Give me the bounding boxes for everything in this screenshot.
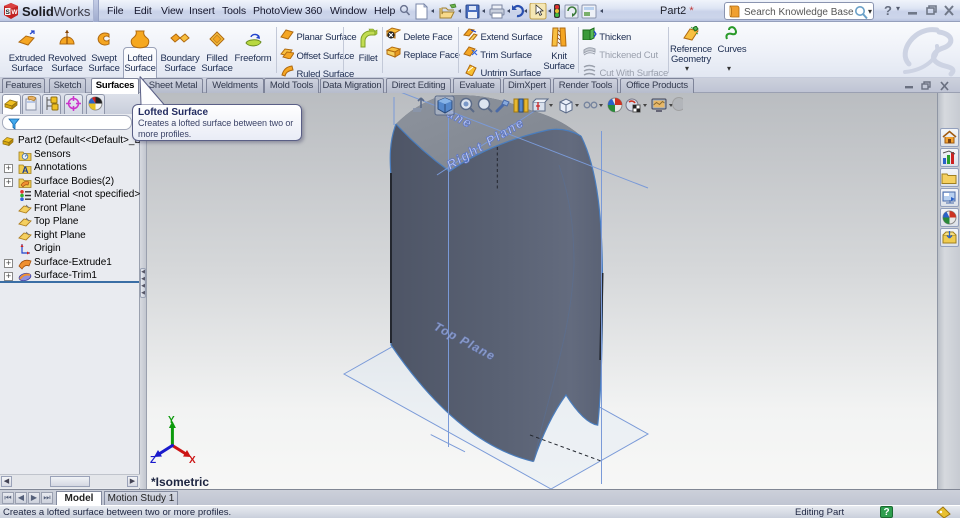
svg-text:A: A — [22, 165, 29, 175]
svg-text:W: W — [11, 9, 18, 16]
svg-text:Z: Z — [150, 455, 156, 466]
svg-text:S: S — [6, 9, 11, 16]
svg-text:X: X — [189, 455, 196, 466]
svg-text:Y: Y — [168, 415, 175, 426]
